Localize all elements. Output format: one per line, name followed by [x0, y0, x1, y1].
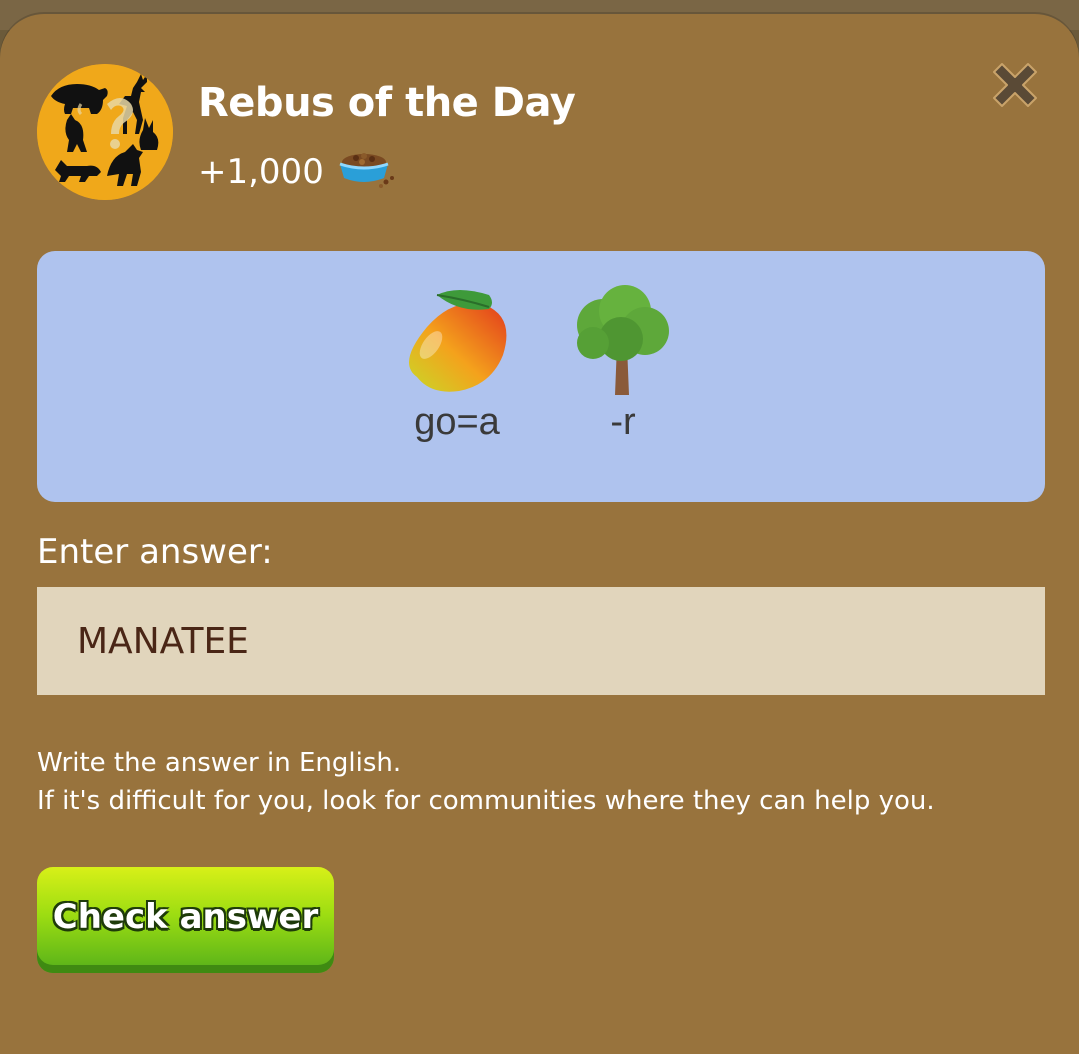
answer-input[interactable]: [37, 587, 1045, 695]
rebus-puzzle-panel: go=a -r: [37, 251, 1045, 502]
answer-label: Enter answer:: [37, 532, 273, 572]
rebus-label-tree: -r: [610, 401, 636, 443]
dialog-title: Rebus of the Day: [198, 80, 576, 126]
mango-emoji: [397, 285, 517, 401]
close-button[interactable]: [980, 50, 1050, 120]
rebus-label-mango: go=a: [414, 401, 500, 443]
rebus-item-tree: -r: [563, 285, 683, 444]
close-icon: [993, 63, 1037, 107]
rebus-item-mango: go=a: [397, 285, 517, 444]
hint-text: Write the answer in English. If it's dif…: [37, 744, 935, 820]
reward-amount: +1,000: [198, 152, 324, 192]
animal-silhouettes-question-icon: [37, 64, 173, 200]
hint-line-1: Write the answer in English.: [37, 748, 402, 778]
hint-line-2: If it's difficult for you, look for comm…: [37, 786, 935, 816]
check-answer-button[interactable]: Check answer: [37, 867, 334, 973]
reward-row: +1,000: [198, 146, 398, 198]
tree-emoji: [563, 285, 683, 401]
check-answer-label: Check answer: [52, 897, 319, 937]
pet-food-bowl-icon: [334, 146, 398, 198]
